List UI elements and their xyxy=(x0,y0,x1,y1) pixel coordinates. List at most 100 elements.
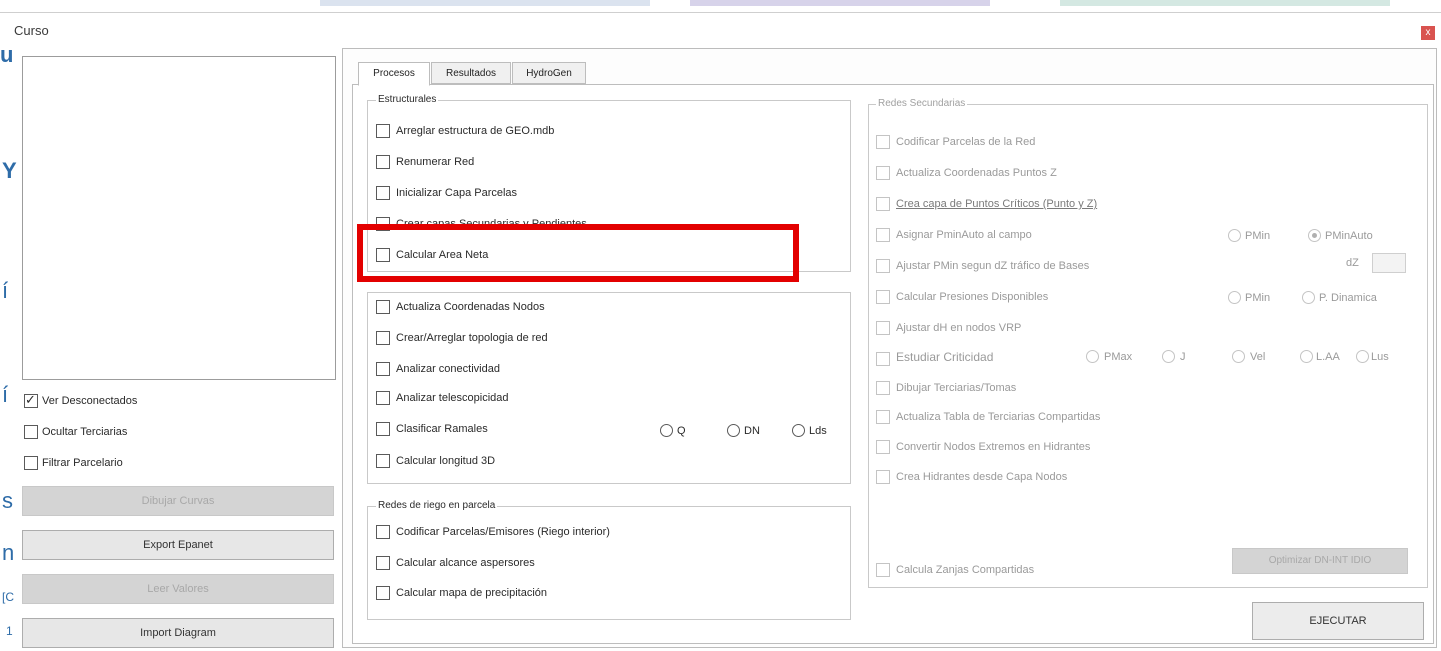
background-fragment: Y xyxy=(2,158,17,183)
calcula-zanjas-label: Calcula Zanjas Compartidas xyxy=(896,564,1035,576)
radio-pmin[interactable] xyxy=(1228,229,1241,242)
renumerar-red-checkbox[interactable] xyxy=(376,155,390,169)
radio-lus-label: Lus xyxy=(1371,351,1389,363)
crea-hidrantes-checkbox[interactable] xyxy=(876,470,890,484)
calcular-mapa-precipitacion-checkbox[interactable] xyxy=(376,586,390,600)
radio-pmax[interactable] xyxy=(1086,350,1099,363)
redes-secundarias-group-title: Redes Secundarias xyxy=(876,98,968,109)
actualiza-coordenadas-nodos-label: Actualiza Coordenadas Nodos xyxy=(396,301,545,313)
ocultar-terciarias-checkbox[interactable] xyxy=(24,425,38,439)
ver-desconectados-checkbox[interactable] xyxy=(24,392,38,408)
renumerar-red-label: Renumerar Red xyxy=(396,156,475,168)
estudiar-criticidad-checkbox[interactable] xyxy=(876,352,890,366)
radio-dn[interactable] xyxy=(727,424,740,437)
ajustar-pmin-label: Ajustar PMin segun dZ tráfico de Bases xyxy=(896,260,1090,272)
radio-vel[interactable] xyxy=(1232,350,1245,363)
dibujar-terciarias-checkbox[interactable] xyxy=(876,381,890,395)
tab-hydrogen[interactable]: HydroGen xyxy=(512,62,586,84)
window-title: Curso xyxy=(14,23,49,38)
radio-q[interactable] xyxy=(660,424,673,437)
radio-j[interactable] xyxy=(1162,350,1175,363)
radio-pmax-label: PMax xyxy=(1104,351,1133,363)
crear-topologia-checkbox[interactable] xyxy=(376,331,390,345)
radio-q-label: Q xyxy=(677,425,686,437)
background-fragment: [C xyxy=(2,590,14,604)
background-fragment: í xyxy=(2,382,9,407)
calcular-alcance-aspersores-label: Calcular alcance aspersores xyxy=(396,557,535,569)
ajustar-pmin-checkbox[interactable] xyxy=(876,259,890,273)
crea-capa-puntos-criticos-label: Crea capa de Puntos Críticos (Punto y Z) xyxy=(896,198,1098,210)
export-epanet-button[interactable]: Export Epanet xyxy=(22,530,334,560)
crea-capa-puntos-criticos-checkbox[interactable] xyxy=(876,197,890,211)
background-top-strip xyxy=(0,0,1441,10)
arreglar-estructura-checkbox[interactable] xyxy=(376,124,390,138)
ver-desconectados-label: Ver Desconectados xyxy=(42,395,138,407)
calcular-mapa-precipitacion-label: Calcular mapa de precipitación xyxy=(396,587,548,599)
dz-input[interactable] xyxy=(1372,253,1406,273)
radio-vel-label: Vel xyxy=(1250,351,1266,363)
arreglar-estructura-label: Arreglar estructura de GEO.mdb xyxy=(396,125,555,137)
analizar-conectividad-label: Analizar conectividad xyxy=(396,363,500,375)
close-button[interactable]: x xyxy=(1421,26,1435,40)
optimizar-dn-button[interactable]: Optimizar DN-INT IDIO xyxy=(1232,548,1408,574)
codificar-parcelas-emisores-label: Codificar Parcelas/Emisores (Riego inter… xyxy=(396,526,610,538)
inicializar-capa-parcelas-checkbox[interactable] xyxy=(376,186,390,200)
radio-laa-label: L.AA xyxy=(1316,351,1340,363)
actualiza-coordenadas-puntos-z-label: Actualiza Coordenadas Puntos Z xyxy=(896,167,1057,179)
calcular-longitud-3d-label: Calcular longitud 3D xyxy=(396,455,496,467)
codificar-parcelas-emisores-checkbox[interactable] xyxy=(376,525,390,539)
tab-procesos[interactable]: Procesos xyxy=(358,62,430,86)
ajustar-dh-vrp-checkbox[interactable] xyxy=(876,321,890,335)
background-fragment: í xyxy=(2,278,9,303)
calcular-alcance-aspersores-checkbox[interactable] xyxy=(376,556,390,570)
estructurales-group-title: Estructurales xyxy=(376,94,439,105)
highlight-box-calcular-area-neta xyxy=(357,224,799,282)
inicializar-capa-parcelas-label: Inicializar Capa Parcelas xyxy=(396,187,518,199)
clasificar-ramales-label: Clasificar Ramales xyxy=(396,423,488,435)
dibujar-terciarias-label: Dibujar Terciarias/Tomas xyxy=(896,382,1017,394)
calcular-presiones-label: Calcular Presiones Disponibles xyxy=(896,291,1049,303)
codificar-parcelas-red-checkbox[interactable] xyxy=(876,135,890,149)
filtrar-parcelario-checkbox[interactable] xyxy=(24,456,38,470)
actualiza-tabla-terciarias-label: Actualiza Tabla de Terciarias Compartida… xyxy=(896,411,1101,423)
radio-presion-dinamica[interactable] xyxy=(1302,291,1315,304)
background-fragment: s xyxy=(2,488,13,513)
radio-laa[interactable] xyxy=(1300,350,1313,363)
background-fragment: u xyxy=(0,42,14,67)
filtrar-parcelario-label: Filtrar Parcelario xyxy=(42,457,123,469)
radio-j-label: J xyxy=(1180,351,1186,363)
asignar-pminauto-label: Asignar PminAuto al campo xyxy=(896,229,1032,241)
radio-presion-dinamica-label: P. Dinamica xyxy=(1319,292,1377,304)
convertir-nodos-hidrantes-checkbox[interactable] xyxy=(876,440,890,454)
ejecutar-button[interactable]: EJECUTAR xyxy=(1252,602,1424,640)
actualiza-coordenadas-puntos-z-checkbox[interactable] xyxy=(876,166,890,180)
asignar-pminauto-checkbox[interactable] xyxy=(876,228,890,242)
radio-lds[interactable] xyxy=(792,424,805,437)
radio-pminauto-label: PMinAuto xyxy=(1325,230,1373,242)
clasificar-ramales-checkbox[interactable] xyxy=(376,422,390,436)
leer-valores-button[interactable]: Leer Valores xyxy=(22,574,334,604)
calcular-longitud-3d-checkbox[interactable] xyxy=(376,454,390,468)
crea-hidrantes-label: Crea Hidrantes desde Capa Nodos xyxy=(896,471,1068,483)
calcular-presiones-checkbox[interactable] xyxy=(876,290,890,304)
dz-label: dZ xyxy=(1346,257,1359,269)
dibujar-curvas-button[interactable]: Dibujar Curvas xyxy=(22,486,334,516)
riego-parcela-group-title: Redes de riego en parcela xyxy=(376,500,498,511)
tab-resultados[interactable]: Resultados xyxy=(431,62,511,84)
crear-topologia-label: Crear/Arreglar topologia de red xyxy=(396,332,548,344)
layer-list-box[interactable] xyxy=(22,56,336,380)
analizar-telescopicidad-checkbox[interactable] xyxy=(376,391,390,405)
import-diagram-button[interactable]: Import Diagram xyxy=(22,618,334,648)
analizar-conectividad-checkbox[interactable] xyxy=(376,362,390,376)
radio-pminauto[interactable] xyxy=(1308,229,1321,242)
actualiza-coordenadas-nodos-checkbox[interactable] xyxy=(376,300,390,314)
analizar-telescopicidad-label: Analizar telescopicidad xyxy=(396,392,509,404)
actualiza-tabla-terciarias-checkbox[interactable] xyxy=(876,410,890,424)
ocultar-terciarias-label: Ocultar Terciarias xyxy=(42,426,128,438)
background-fragment: n xyxy=(2,540,15,565)
calcula-zanjas-checkbox[interactable] xyxy=(876,563,890,577)
ajustar-dh-vrp-label: Ajustar dH en nodos VRP xyxy=(896,322,1022,334)
radio-presion-pmin[interactable] xyxy=(1228,291,1241,304)
radio-lus[interactable] xyxy=(1356,350,1369,363)
background-fragment: 1 xyxy=(6,624,13,638)
